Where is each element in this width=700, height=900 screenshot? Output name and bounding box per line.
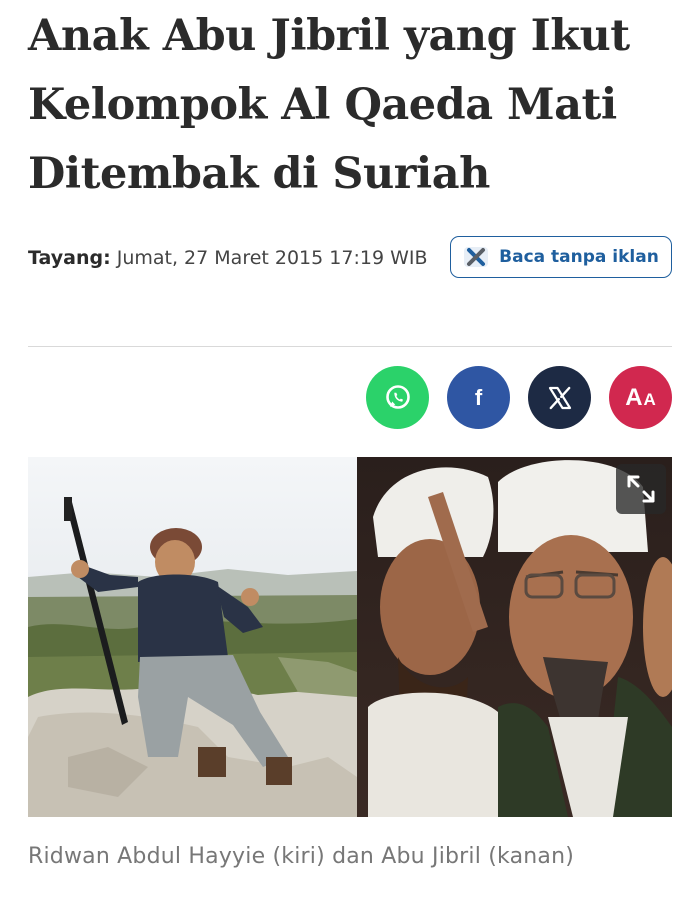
facebook-icon: f (474, 384, 483, 410)
share-bar: f AA (366, 366, 672, 429)
expand-icon (627, 475, 655, 503)
image-caption: Ridwan Abdul Hayyie (kiri) dan Abu Jibri… (28, 844, 575, 869)
font-size-button[interactable]: AA (609, 366, 672, 429)
publish-date: Jumat, 27 Maret 2015 17:19 WIB (116, 247, 428, 269)
article-image (28, 457, 672, 817)
publish-label: Tayang: (28, 247, 111, 269)
read-ad-free-button[interactable]: Baca tanpa iklan (450, 236, 672, 278)
ad-free-logo-icon (463, 245, 489, 269)
read-ad-free-label: Baca tanpa iklan (499, 247, 659, 267)
expand-image-button[interactable] (616, 464, 666, 514)
share-facebook-button[interactable]: f (447, 366, 510, 429)
article-title: Anak Abu Jibril yang Ikut Kelompok Al Qa… (28, 11, 630, 199)
whatsapp-icon (385, 384, 410, 409)
font-size-icon: AA (625, 383, 656, 411)
divider (28, 346, 672, 347)
left-photo (28, 457, 357, 817)
publish-info: Tayang: Jumat, 27 Maret 2015 17:19 WIB (28, 240, 428, 277)
share-whatsapp-button[interactable] (366, 366, 429, 429)
x-icon (548, 386, 571, 409)
share-x-button[interactable] (528, 366, 591, 429)
